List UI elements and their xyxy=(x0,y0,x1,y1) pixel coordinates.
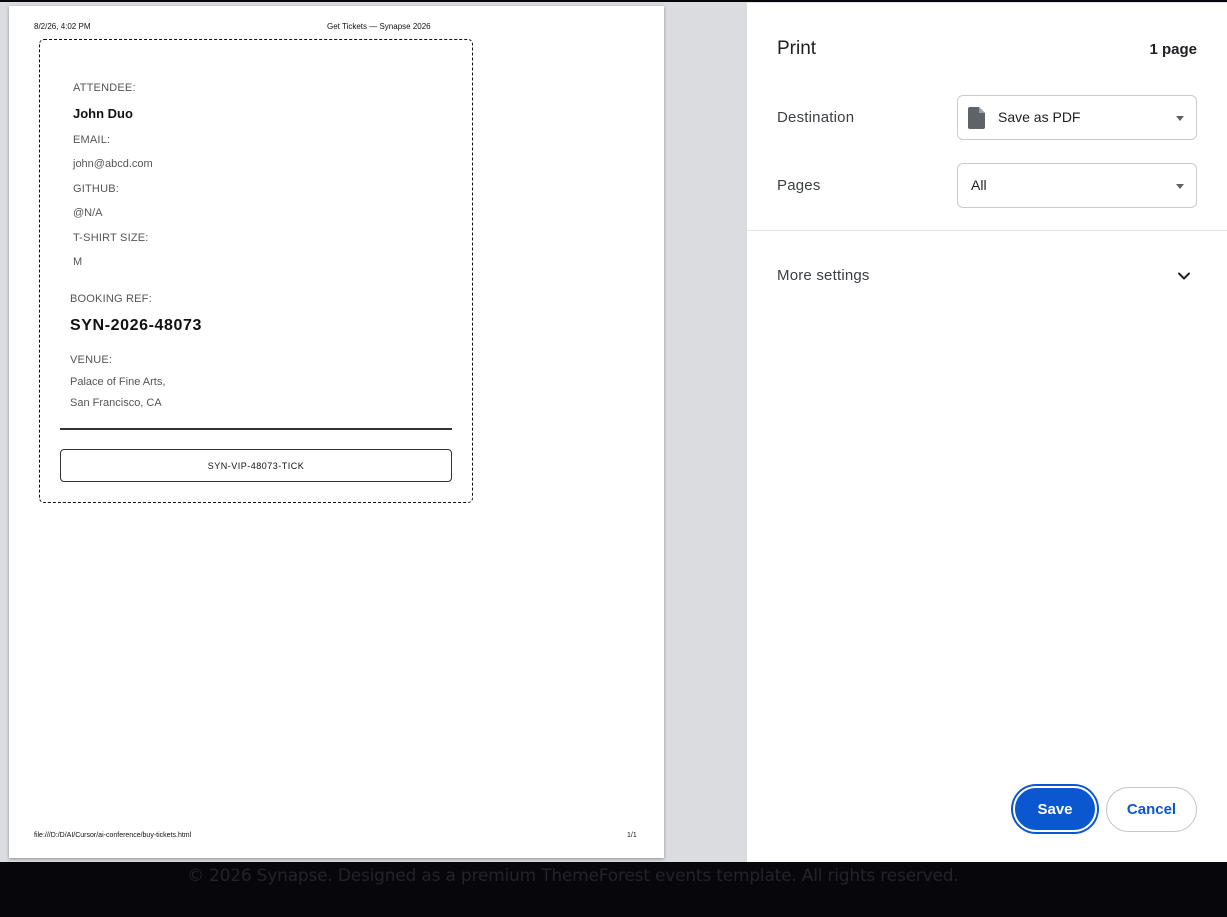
venue-label: VENUE: xyxy=(70,354,113,366)
print-preview-pane[interactable]: 8/2/26, 4:02 PM Get Tickets — Synapse 20… xyxy=(0,2,747,862)
pages-label: Pages xyxy=(777,177,821,194)
tshirt-value: M xyxy=(73,256,83,268)
chevron-down-icon xyxy=(1178,272,1190,280)
booking-ref-value: SYN-2026-48073 xyxy=(70,317,203,334)
destination-label: Destination xyxy=(777,109,855,126)
ticket-card: ATTENDEE: John Duo EMAIL: john@abcd.com … xyxy=(39,39,473,503)
print-header-title: Get Tickets — Synapse 2026 xyxy=(327,22,431,31)
print-footer-path: file:///D:/D/AI/Cursor/ai-conference/buy… xyxy=(34,832,192,839)
ticket-divider xyxy=(60,428,452,430)
file-icon xyxy=(968,107,985,129)
site-footer-text: © 2026 Synapse. Designed as a premium Th… xyxy=(187,866,959,886)
more-settings-label: More settings xyxy=(777,267,870,284)
save-button[interactable]: Save xyxy=(1013,786,1097,832)
pages-select[interactable]: All xyxy=(957,163,1197,208)
email-value: john@abcd.com xyxy=(73,158,153,170)
attendee-name: John Duo xyxy=(73,106,133,121)
cancel-button[interactable]: Cancel xyxy=(1106,787,1197,832)
destination-value: Save as PDF xyxy=(998,109,1081,125)
dropdown-caret-icon xyxy=(1176,116,1184,121)
attendee-label: ATTENDEE: xyxy=(73,82,136,94)
print-footer-page-number: 1/1 xyxy=(627,832,637,839)
destination-select[interactable]: Save as PDF xyxy=(957,95,1197,140)
preview-page: 8/2/26, 4:02 PM Get Tickets — Synapse 20… xyxy=(9,6,664,858)
more-settings-toggle[interactable]: More settings xyxy=(747,252,1227,302)
print-title: Print xyxy=(777,38,817,59)
print-settings-panel: Print 1 page Destination Save as PDF Pag… xyxy=(747,2,1227,862)
github-label: GITHUB: xyxy=(73,183,120,195)
venue-line-2: San Francisco, CA xyxy=(70,397,162,409)
venue-line-1: Palace of Fine Arts, xyxy=(70,376,166,388)
dropdown-caret-icon xyxy=(1176,184,1184,189)
print-header-date: 8/2/26, 4:02 PM xyxy=(34,22,91,31)
tshirt-label: T-SHIRT SIZE: xyxy=(73,232,149,244)
panel-top-border xyxy=(747,2,1227,3)
ticket-code-box: SYN-VIP-48073-TICK xyxy=(60,449,452,482)
booking-ref-label: BOOKING REF: xyxy=(70,293,152,305)
settings-divider xyxy=(747,230,1227,231)
pages-value: All xyxy=(971,177,987,193)
github-value: @N/A xyxy=(73,207,103,219)
email-label: EMAIL: xyxy=(73,134,111,146)
page-count: 1 page xyxy=(1149,41,1197,58)
